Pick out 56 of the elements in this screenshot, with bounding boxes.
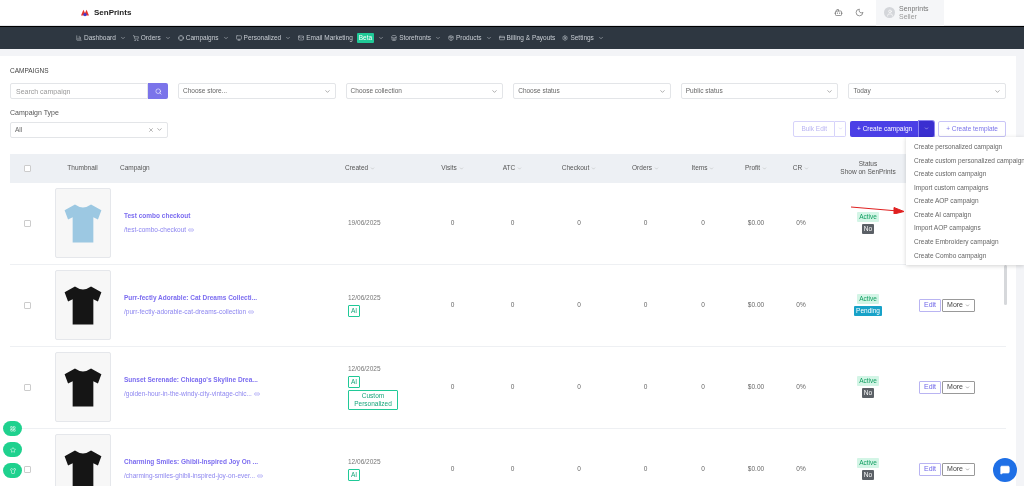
chevron-icon	[485, 35, 492, 41]
chat-icon	[1000, 465, 1010, 475]
logo-text: SenPrints	[94, 6, 132, 19]
box-icon	[447, 35, 454, 41]
chevron-icon	[658, 87, 666, 95]
chevron-icon	[285, 35, 292, 41]
chevron-icon	[378, 35, 385, 41]
grid-icon	[9, 425, 16, 432]
store-icon	[391, 35, 398, 41]
settings-icon	[562, 35, 569, 41]
link-icon	[253, 390, 260, 397]
search-icon	[154, 87, 162, 95]
bulk-edit-caret[interactable]	[835, 120, 847, 137]
caret-icon	[965, 384, 970, 390]
card-icon	[498, 35, 505, 41]
shirt-icon	[9, 467, 16, 474]
chevron-icon	[156, 126, 163, 133]
chevron-icon	[323, 87, 331, 95]
chart-icon	[76, 35, 82, 41]
crosshair-icon	[177, 35, 184, 41]
link-icon	[248, 308, 255, 315]
thumbnail[interactable]	[54, 434, 111, 486]
bot-icon[interactable]	[834, 8, 843, 17]
moon-icon[interactable]	[855, 8, 864, 17]
chevron-icon	[597, 35, 604, 41]
pointer-arrow	[850, 204, 906, 214]
search-button[interactable]	[148, 83, 168, 99]
cart-icon	[132, 35, 139, 41]
chevron-icon	[164, 35, 171, 41]
caret-icon	[965, 466, 970, 472]
thumbnail[interactable]	[54, 188, 111, 258]
checkbox[interactable]	[24, 383, 31, 391]
create-campaign-caret[interactable]	[919, 120, 935, 137]
chevron-icon	[491, 87, 499, 95]
checkbox[interactable]	[24, 301, 31, 309]
thumbnail[interactable]	[54, 270, 111, 340]
checkbox[interactable]	[24, 219, 31, 227]
mail-icon	[298, 35, 305, 41]
chevron-icon	[222, 35, 229, 41]
checkbox[interactable]	[24, 465, 31, 473]
link-icon	[188, 226, 195, 233]
caret-icon	[965, 302, 970, 308]
scrollbar[interactable]	[1004, 265, 1007, 305]
chevron-icon	[826, 87, 834, 95]
caret-icon	[924, 126, 930, 131]
checkbox[interactable]	[24, 164, 31, 172]
link-icon	[257, 472, 264, 479]
monitor-icon	[235, 35, 242, 41]
thumbnail[interactable]	[54, 352, 111, 422]
avatar-icon	[884, 7, 895, 18]
chevron-icon	[119, 35, 126, 41]
clear-icon[interactable]	[148, 126, 154, 133]
chevron-icon	[993, 87, 1001, 95]
chevron-icon	[434, 35, 441, 41]
logo-icon	[80, 8, 90, 17]
star-icon	[9, 446, 16, 453]
